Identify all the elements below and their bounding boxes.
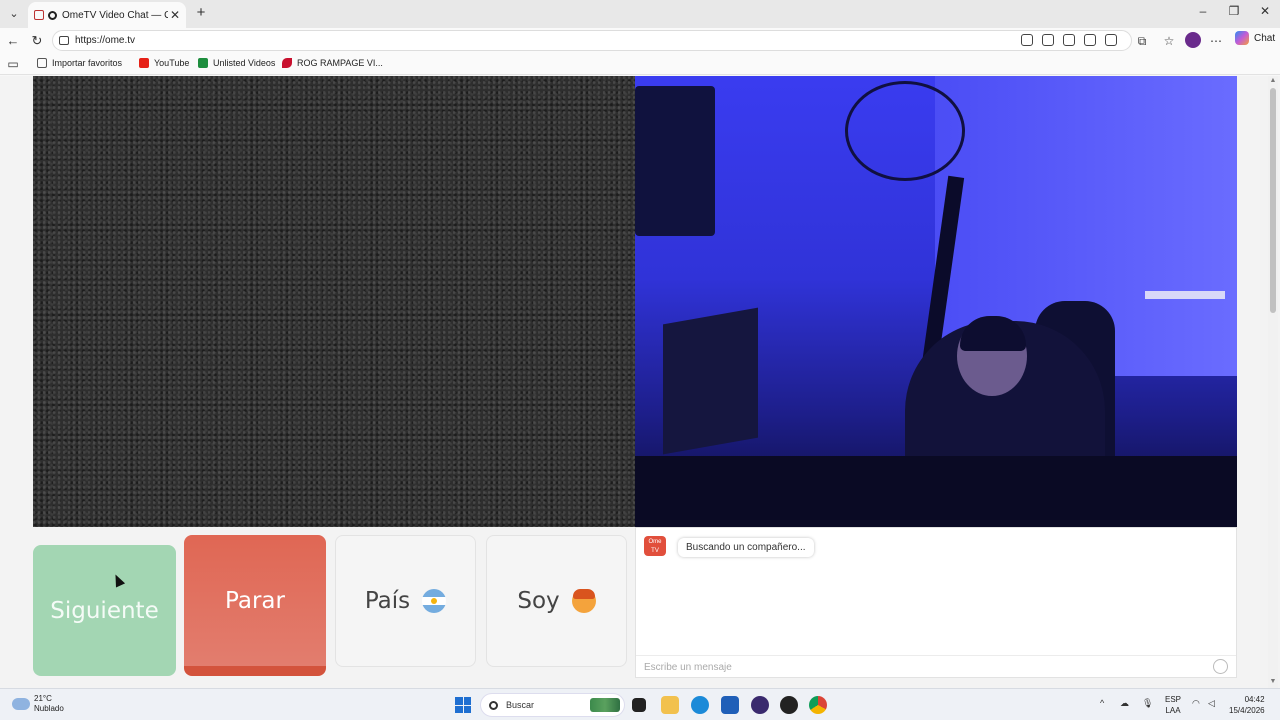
keyboard-layout: LAA: [1165, 706, 1181, 715]
video-desk: [635, 456, 1237, 527]
bookmark-importar-favoritos[interactable]: Importar favoritos: [37, 58, 122, 68]
stranger-video: [33, 76, 635, 527]
minimize-button[interactable]: –: [1188, 4, 1218, 18]
recorder-app-icon[interactable]: [751, 696, 769, 714]
chat-message-input[interactable]: Escribe un mensaje: [636, 655, 1236, 678]
bookmark-label: Unlisted Videos: [213, 58, 276, 68]
profile-avatar[interactable]: [1185, 32, 1201, 48]
task-view-icon[interactable]: [632, 698, 646, 712]
address-bar-actions: [1021, 34, 1117, 46]
volume-icon[interactable]: ◁: [1208, 698, 1215, 709]
start-windows-icon[interactable]: [455, 697, 471, 713]
weather-temperature: 21°C: [34, 694, 52, 703]
video-fan: [845, 81, 965, 181]
new-tab-button[interactable]: +: [193, 5, 209, 21]
translate-icon[interactable]: [1042, 34, 1054, 46]
video-shelf: [1145, 291, 1225, 299]
boy-face-icon: [571, 589, 596, 613]
address-bar[interactable]: https://ome.tv: [52, 30, 1132, 51]
clock-date: 15/4/2026: [1229, 706, 1265, 715]
restore-button[interactable]: ❐: [1219, 4, 1249, 18]
close-window-button[interactable]: ✕: [1250, 4, 1280, 18]
ometv-logo-icon: Ome TV: [644, 536, 666, 556]
copilot-chat-button[interactable]: Chat: [1235, 31, 1275, 45]
more-menu-icon[interactable]: ⋯: [1209, 34, 1223, 48]
bookmark-label: ROG RAMPAGE VI...: [297, 58, 383, 68]
next-button[interactable]: Siguiente: [33, 545, 176, 676]
taskbar-search[interactable]: Buscar: [480, 693, 625, 717]
scrollbar-thumb[interactable]: [1270, 88, 1276, 313]
tab-title: OmeTV Video Chat — Omeg: [62, 9, 168, 21]
refresh-button[interactable]: ↻: [28, 32, 46, 50]
file-explorer-icon[interactable]: [661, 696, 679, 714]
page-scrollbar[interactable]: ▲ ▼: [1268, 76, 1278, 688]
clock-time: 04:42: [1244, 695, 1265, 704]
scroll-up-icon[interactable]: ▲: [1269, 77, 1277, 85]
self-video: [635, 76, 1237, 527]
gender-button[interactable]: Soy: [486, 535, 627, 667]
windows-taskbar: 21°C Nublado Buscar ^ ☁ 🎙 ESP LAA ◠ ◁ 04…: [0, 688, 1280, 720]
extensions-icon[interactable]: ⧉: [1135, 34, 1149, 48]
emoji-icon[interactable]: [1213, 659, 1228, 674]
chat-panel: Ome TV Buscando un compañero... Escribe …: [635, 527, 1237, 678]
folder-icon: [37, 58, 47, 68]
app-available-icon[interactable]: [1021, 34, 1033, 46]
input-language[interactable]: ESP LAA: [1165, 694, 1181, 716]
address-bar-row: ← ↻ https://ome.tv ⧉ ☆ ⋯: [0, 28, 1280, 53]
bookmark-rog-rampage[interactable]: ROG RAMPAGE VI...: [282, 58, 383, 68]
gender-button-label: Soy: [517, 588, 560, 614]
onedrive-icon[interactable]: ☁: [1120, 698, 1129, 709]
bookmark-label: Importar favoritos: [52, 58, 123, 68]
scroll-down-icon[interactable]: ▼: [1269, 678, 1277, 686]
country-button-label: País: [364, 588, 411, 614]
stop-button[interactable]: Parar: [184, 535, 326, 676]
youtube-icon: [139, 58, 149, 68]
favorites-icon[interactable]: ☆: [1162, 34, 1176, 48]
tab-list-chevron-icon[interactable]: ⌄: [4, 4, 24, 24]
search-icon: [489, 700, 498, 710]
weather-widget[interactable]: 21°C Nublado: [12, 694, 64, 714]
tab-close-icon[interactable]: ✕: [168, 8, 182, 22]
rog-icon: [282, 58, 292, 68]
edge-icon[interactable]: [691, 696, 709, 714]
weather-condition: Nublado: [34, 704, 64, 713]
microphone-icon[interactable]: 🎙: [1142, 698, 1153, 709]
video-speaker: [635, 86, 715, 236]
tab-favicon-icon: [34, 10, 44, 20]
next-button-label: Siguiente: [50, 597, 159, 624]
system-clock[interactable]: 04:42 15/4/2026: [1229, 694, 1265, 716]
tray-chevron-icon[interactable]: ^: [1100, 698, 1104, 708]
cloud-icon: [12, 698, 30, 710]
back-button[interactable]: ←: [4, 32, 22, 50]
stop-button-label: Parar: [225, 587, 285, 614]
chrome-icon[interactable]: [809, 696, 827, 714]
tab-ometv[interactable]: OmeTV Video Chat — Omeg ✕: [28, 2, 186, 28]
ometv-page: Siguiente Parar País Soy Ome TV Buscando…: [0, 76, 1280, 688]
favorite-star-icon[interactable]: [1084, 34, 1096, 46]
bookmark-label: YouTube: [154, 58, 190, 68]
copilot-label: Chat: [1254, 32, 1276, 44]
camera-in-use-icon[interactable]: [1105, 34, 1117, 46]
url-text: https://ome.tv: [75, 35, 136, 46]
sheet-icon: [198, 58, 208, 68]
tab-bar: ⌄ OmeTV Video Chat — Omeg ✕ + – ❐ ✕: [0, 0, 1280, 28]
tracking-prevention-icon[interactable]: [1063, 34, 1075, 46]
taskbar-search-label: Buscar: [506, 700, 535, 710]
country-button[interactable]: País: [335, 535, 476, 667]
language-code: ESP: [1165, 695, 1182, 704]
site-info-icon[interactable]: [59, 36, 69, 45]
copilot-icon: [1235, 31, 1249, 45]
store-icon[interactable]: [721, 696, 739, 714]
bookmark-unlisted-videos[interactable]: Unlisted Videos: [198, 58, 275, 68]
sidebar-toggle-icon[interactable]: ▭: [6, 57, 20, 71]
search-highlight-image: [590, 698, 620, 712]
steam-icon[interactable]: [780, 696, 798, 714]
video-monitor: [663, 307, 758, 455]
wifi-icon[interactable]: ◠: [1192, 698, 1200, 709]
bookmark-youtube[interactable]: YouTube: [139, 58, 189, 68]
bookmarks-bar: ▭ Importar favoritos YouTube Unlisted Vi…: [0, 53, 1280, 75]
recording-icon: [48, 10, 57, 20]
chat-status-message: Buscando un compañero...: [678, 538, 814, 557]
argentina-flag-icon: [422, 589, 447, 613]
